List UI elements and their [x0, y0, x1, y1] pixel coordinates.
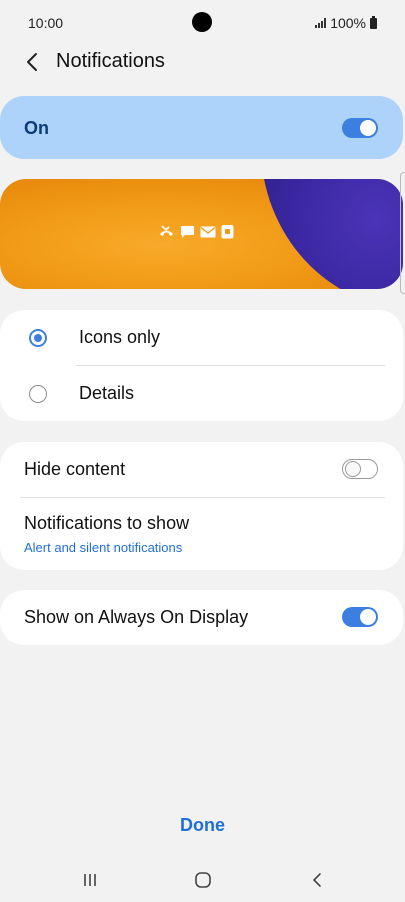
notifications-to-show-row[interactable]: Notifications to show Alert and silent n… — [0, 498, 403, 570]
status-indicators: 100% — [315, 15, 377, 31]
back-nav-button[interactable] — [305, 870, 329, 890]
notification-style-options: Icons only Details — [0, 310, 403, 421]
chevron-left-icon — [27, 53, 37, 71]
option-details[interactable]: Details — [0, 366, 403, 421]
hide-content-row[interactable]: Hide content — [0, 442, 403, 497]
home-icon — [195, 872, 211, 888]
battery-percent: 100% — [330, 15, 366, 31]
recent-apps-icon — [84, 874, 96, 886]
master-toggle-switch[interactable] — [342, 118, 378, 138]
message-icon — [180, 225, 195, 239]
aod-toggle[interactable] — [342, 607, 378, 627]
missed-call-icon — [158, 224, 175, 239]
signal-icon — [315, 18, 327, 28]
email-icon — [200, 226, 216, 238]
battery-icon — [370, 15, 377, 29]
hide-content-label: Hide content — [24, 459, 126, 479]
toggle-knob — [344, 460, 361, 477]
notifications-to-show-value: Alert and silent notifications — [24, 540, 183, 555]
recent-apps-button[interactable] — [78, 870, 102, 890]
option-label: Icons only — [79, 327, 161, 347]
preview-notification-icons — [158, 224, 234, 239]
status-time: 10:00 — [28, 15, 64, 31]
home-button[interactable] — [191, 870, 215, 890]
option-icons-only[interactable]: Icons only — [0, 310, 403, 365]
wallpaper-accent — [262, 179, 403, 289]
hide-content-toggle[interactable] — [342, 459, 378, 479]
aod-label: Show on Always On Display — [24, 607, 249, 627]
option-label: Details — [79, 383, 135, 403]
master-switch-bar[interactable]: On — [0, 96, 403, 159]
radio-icons-only[interactable] — [29, 329, 47, 347]
bag-icon — [221, 224, 234, 239]
lockscreen-preview — [0, 179, 403, 289]
back-button[interactable] — [18, 48, 46, 76]
done-button[interactable]: Done — [0, 815, 405, 836]
camera-cutout — [192, 12, 212, 32]
radio-details[interactable] — [29, 385, 47, 403]
app-header: Notifications — [0, 40, 405, 84]
navigation-bar — [0, 860, 405, 900]
toggle-knob — [360, 120, 376, 136]
always-on-display-row[interactable]: Show on Always On Display — [0, 590, 403, 645]
edge-panel-handle[interactable] — [400, 172, 405, 294]
toggle-knob — [360, 609, 376, 625]
notification-settings: Hide content Notifications to show Alert… — [0, 442, 403, 570]
master-switch-label: On — [24, 118, 49, 138]
page-title: Notifications — [56, 50, 165, 72]
notifications-to-show-label: Notifications to show — [24, 513, 190, 533]
back-icon — [312, 873, 321, 887]
status-bar: 10:00 100% — [0, 0, 405, 44]
